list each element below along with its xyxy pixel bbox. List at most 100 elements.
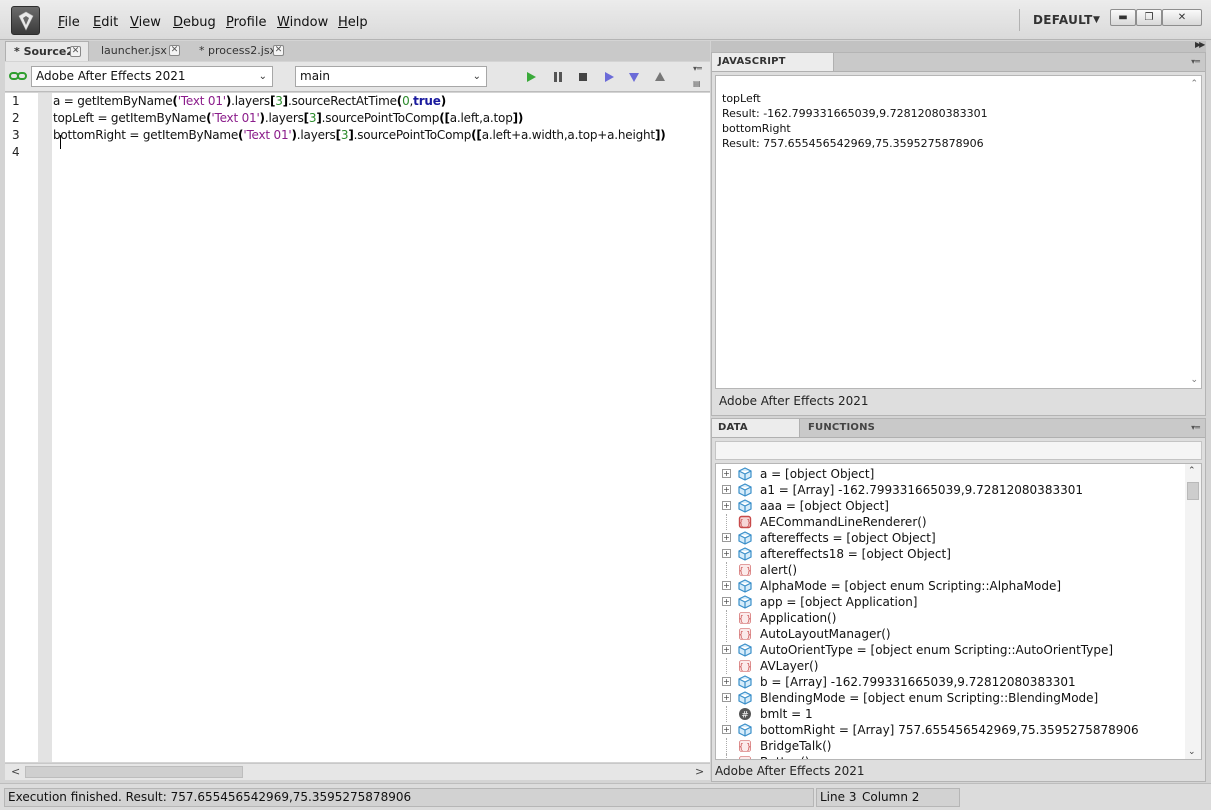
list-item[interactable]: { } BridgeTalk(): [716, 738, 1184, 754]
list-item-label: Application(): [760, 611, 837, 625]
panel-menu-icon[interactable]: ▾═: [1191, 423, 1200, 432]
expand-icon[interactable]: +: [722, 485, 731, 494]
tab-launcher[interactable]: launcher.jsx ✕: [93, 41, 187, 61]
object-icon: [738, 531, 752, 545]
object-icon: [738, 579, 752, 593]
expand-icon[interactable]: +: [722, 693, 731, 702]
console-line: Result: -162.799331665039,9.728120803833…: [722, 107, 988, 120]
tab-functions[interactable]: FUNCTIONS: [802, 419, 875, 437]
minimize-button[interactable]: ▬: [1110, 9, 1136, 26]
list-item[interactable]: + a1 = [Array] -162.799331665039,9.728120…: [716, 482, 1184, 498]
list-item[interactable]: + AlphaMode = [object enum Scripting::Alp…: [716, 578, 1184, 594]
console-output[interactable]: topLeft Result: -162.799331665039,9.7281…: [715, 75, 1202, 389]
list-item[interactable]: + BlendingMode = [object enum Scripting::…: [716, 690, 1184, 706]
list-item[interactable]: # bmlt = 1: [716, 706, 1184, 722]
code-line[interactable]: topLeft = getItemByName('Text 01').layer…: [53, 111, 523, 125]
close-button[interactable]: ✕: [1162, 9, 1202, 26]
list-item[interactable]: { } AECommandLineRenderer(): [716, 514, 1184, 530]
step-out-icon[interactable]: [653, 70, 667, 84]
list-item[interactable]: { } Button(): [716, 754, 1184, 759]
function-select[interactable]: main ⌄: [295, 66, 487, 87]
list-item-label: BridgeTalk(): [760, 739, 832, 753]
workspace-switcher[interactable]: DEFAULT: [1033, 13, 1093, 27]
menu-profile[interactable]: Profile: [226, 15, 266, 30]
expand-icon[interactable]: +: [722, 469, 731, 478]
data-filter-input[interactable]: [715, 441, 1202, 460]
expand-icon[interactable]: +: [722, 725, 731, 734]
list-item[interactable]: + aftereffects18 = [object Object]: [716, 546, 1184, 562]
code-line[interactable]: bottomRight = getItemByName('Text 01').l…: [53, 128, 666, 142]
code-line[interactable]: a = getItemByName('Text 01').layers[3].s…: [53, 94, 446, 108]
menu-file[interactable]: File: [58, 15, 80, 30]
object-icon: [738, 467, 752, 481]
menu-view[interactable]: View: [130, 15, 161, 30]
menu-debug[interactable]: Debug: [173, 15, 216, 30]
stop-icon[interactable]: [576, 70, 590, 84]
javascript-console-panel: JAVASCRIPT CONSOLE ▾═ topLeft Result: -1…: [711, 52, 1206, 416]
function-icon: { }: [739, 515, 751, 529]
collapse-panels-icon[interactable]: ▶▶: [1195, 40, 1205, 49]
chevron-down-icon[interactable]: ▼: [1093, 15, 1100, 25]
chevron-down-icon: ⌄: [258, 71, 267, 82]
data-browser-panel: DATA BROWSER FUNCTIONS ▾═ + a = [object O…: [711, 418, 1206, 782]
svg-text:{ }: { }: [739, 614, 752, 623]
expand-icon[interactable]: +: [722, 597, 731, 606]
menu-bar: File Edit View Debug Profile Window Help…: [0, 0, 1211, 40]
list-item[interactable]: + app = [object Application]: [716, 594, 1184, 610]
close-icon[interactable]: ✕: [273, 45, 284, 56]
line-number: 1: [12, 94, 20, 108]
step-into-icon[interactable]: [627, 70, 641, 84]
tab-process2[interactable]: * process2.jsx ✕: [191, 41, 297, 61]
menu-window[interactable]: Window: [277, 15, 328, 30]
step-over-icon[interactable]: [602, 70, 616, 84]
status-column: Column 2: [862, 790, 920, 804]
link-icon[interactable]: [9, 70, 27, 82]
run-icon[interactable]: [524, 70, 538, 84]
close-icon[interactable]: ✕: [70, 46, 81, 57]
list-item[interactable]: + a = [object Object]: [716, 466, 1184, 482]
scroll-down-icon[interactable]: ⌄: [1190, 375, 1198, 385]
expand-icon[interactable]: +: [722, 677, 731, 686]
expand-icon[interactable]: +: [722, 533, 731, 542]
panel-menu-icon[interactable]: ▾═ ▤: [693, 65, 702, 88]
scroll-up-icon[interactable]: ⌃: [1190, 79, 1198, 89]
list-item[interactable]: + b = [Array] -162.799331665039,9.7281208…: [716, 674, 1184, 690]
scrollbar-thumb[interactable]: [1187, 482, 1199, 500]
tab-data-browser[interactable]: DATA BROWSER: [712, 419, 800, 451]
list-item[interactable]: + aaa = [object Object]: [716, 498, 1184, 514]
line-number: 2: [12, 111, 20, 125]
fold-margin[interactable]: [38, 93, 52, 762]
function-icon: { }: [739, 564, 751, 576]
panel-menu-icon[interactable]: ▾═: [1191, 57, 1200, 66]
scrollbar-thumb[interactable]: [25, 766, 243, 778]
list-item[interactable]: + AutoOrientType = [object enum Scripting…: [716, 642, 1184, 658]
list-item[interactable]: + bottomRight = [Array] 757.655456542969,…: [716, 722, 1184, 738]
menu-edit[interactable]: Edit: [93, 15, 118, 30]
app-logo-icon[interactable]: [11, 6, 40, 35]
scroll-right-icon[interactable]: >: [695, 765, 704, 778]
code-editor[interactable]: 1 2 3 4 a = getItemByName('Text 01').lay…: [5, 93, 710, 762]
tab-javascript-console[interactable]: JAVASCRIPT CONSOLE: [712, 53, 834, 85]
list-item[interactable]: { } Application(): [716, 610, 1184, 626]
maximize-button[interactable]: ❐: [1136, 9, 1162, 26]
data-browser-list[interactable]: + a = [object Object] + a1 = [Array] -162.7…: [715, 463, 1202, 760]
scroll-down-icon[interactable]: ⌄: [1188, 747, 1196, 757]
vertical-scrollbar[interactable]: ⌃ ⌄: [1185, 464, 1201, 759]
pause-icon[interactable]: [551, 70, 565, 84]
scroll-left-icon[interactable]: <: [11, 765, 20, 778]
list-item[interactable]: { } AutoLayoutManager(): [716, 626, 1184, 642]
horizontal-scrollbar[interactable]: < >: [5, 763, 710, 780]
menu-help[interactable]: Help: [338, 15, 368, 30]
expand-icon[interactable]: +: [722, 645, 731, 654]
expand-icon[interactable]: +: [722, 549, 731, 558]
scroll-up-icon[interactable]: ⌃: [1188, 466, 1196, 476]
list-item[interactable]: + aftereffects = [object Object]: [716, 530, 1184, 546]
list-item[interactable]: { } AVLayer(): [716, 658, 1184, 674]
list-item-label: alert(): [760, 563, 798, 577]
tab-source2[interactable]: * Source2 ✕: [5, 41, 89, 61]
list-item[interactable]: { } alert(): [716, 562, 1184, 578]
target-app-select[interactable]: Adobe After Effects 2021 ⌄: [31, 66, 273, 87]
expand-icon[interactable]: +: [722, 501, 731, 510]
expand-icon[interactable]: +: [722, 581, 731, 590]
close-icon[interactable]: ✕: [169, 45, 180, 56]
